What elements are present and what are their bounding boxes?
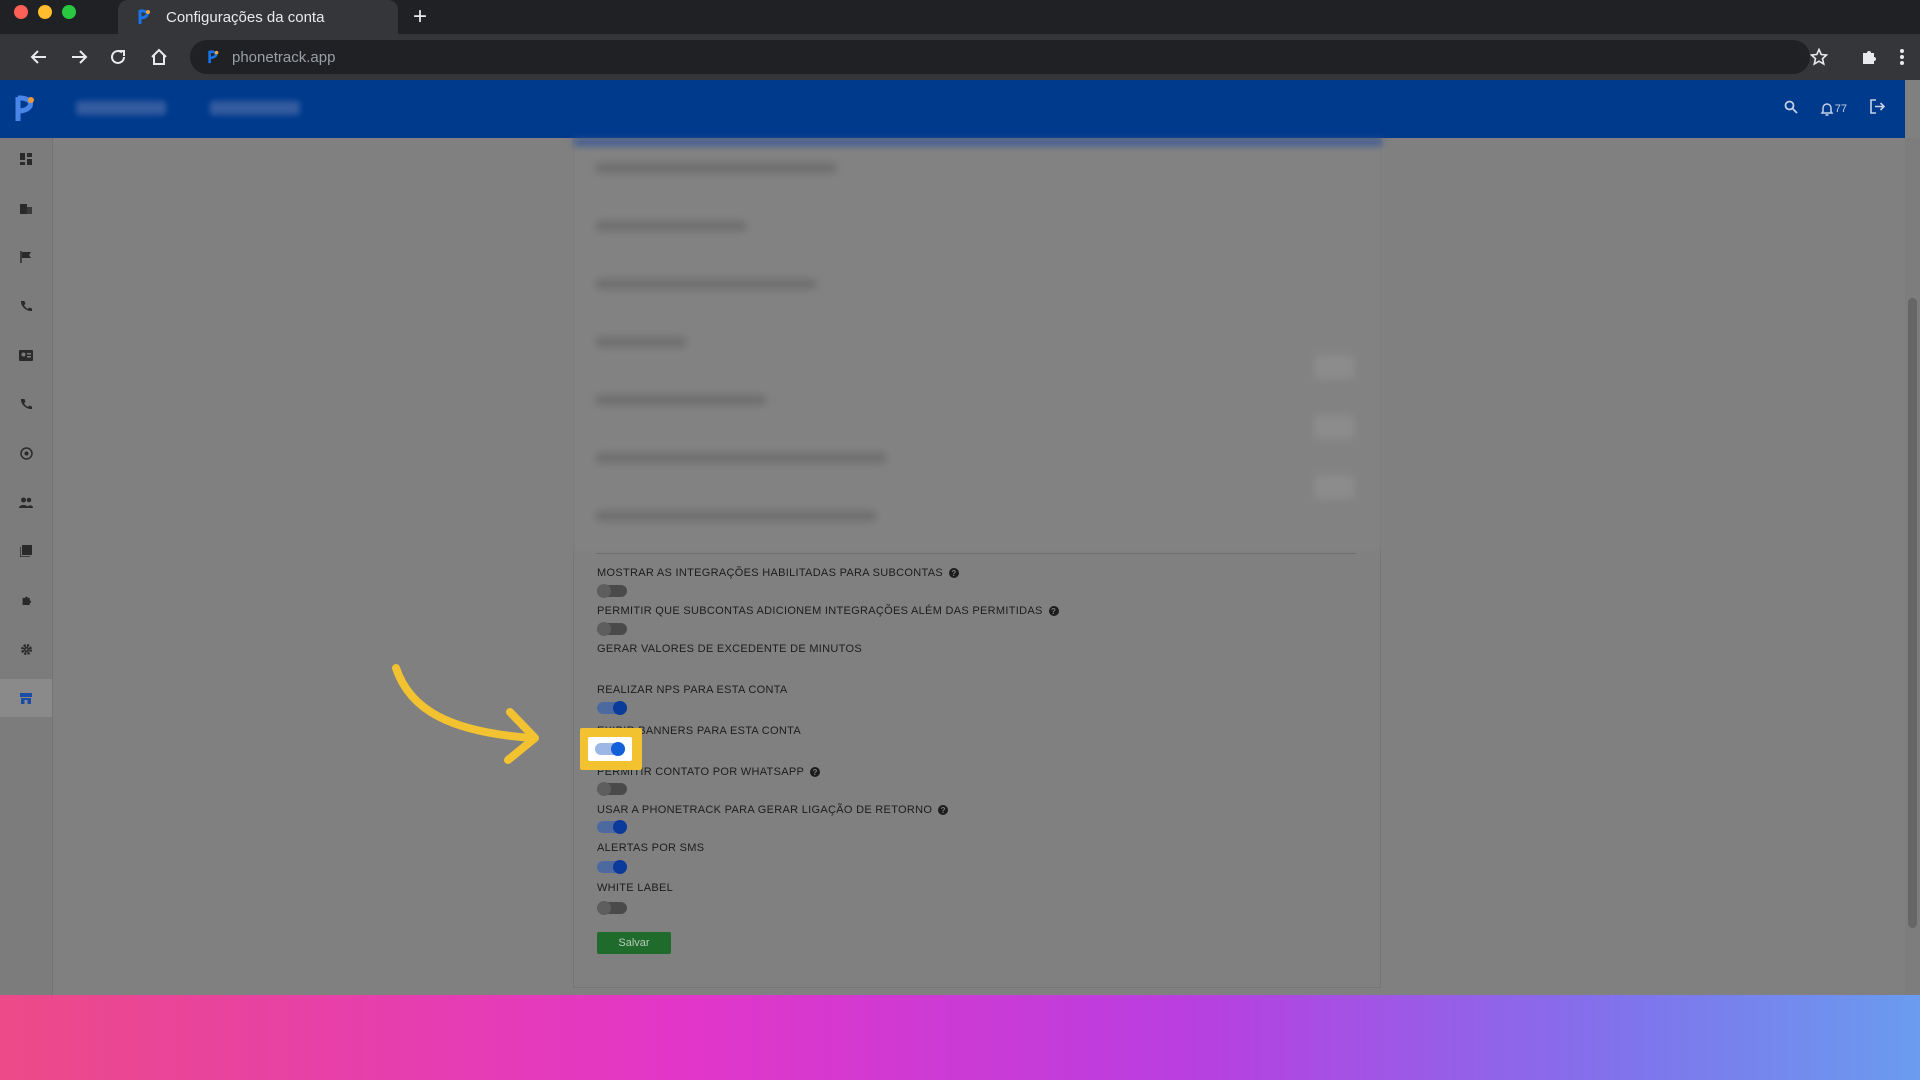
flag-icon	[20, 251, 31, 263]
setting-label-minute-overage: GERAR VALORES DE EXCEDENTE DE MINUTOS	[597, 643, 862, 655]
toggle-whatsapp[interactable]	[597, 782, 627, 796]
blurred-menu-item[interactable]	[76, 101, 166, 115]
phone-icon	[20, 301, 32, 312]
reload-button[interactable]	[103, 42, 133, 72]
bookmark-star-button[interactable]	[1804, 42, 1834, 72]
sidebar-item-calls[interactable]	[0, 287, 52, 325]
browser-window: Configurações da conta + phonetrack.app	[0, 0, 1920, 995]
sidebar-item-campaigns[interactable]	[0, 238, 52, 276]
back-button[interactable]	[24, 42, 54, 72]
logout-icon[interactable]	[1869, 99, 1886, 119]
target-icon	[19, 446, 33, 460]
close-window-button[interactable]	[14, 5, 28, 19]
blurred-menu-item[interactable]	[210, 101, 300, 115]
sidebar-item-contacts[interactable]	[0, 336, 52, 374]
arrow-right-icon	[72, 50, 88, 64]
sidebar-item-users[interactable]	[0, 483, 52, 521]
phone-incoming-icon	[20, 399, 32, 410]
save-button[interactable]: Salvar	[597, 932, 671, 954]
extensions-button[interactable]	[1854, 42, 1884, 72]
sidebar	[0, 138, 53, 995]
phonetrack-logo-icon	[15, 95, 34, 121]
help-icon[interactable]: ?	[949, 568, 959, 578]
page-scrollbar[interactable]	[1905, 138, 1920, 995]
blurred-settings-section	[574, 139, 1382, 551]
library-icon	[20, 545, 32, 557]
help-icon[interactable]: ?	[810, 767, 821, 777]
toggle-minute-overage[interactable]	[595, 742, 625, 756]
browser-tab[interactable]: Configurações da conta	[118, 0, 398, 34]
sidebar-item-goals[interactable]	[0, 434, 52, 472]
sidebar-item-accounts[interactable]	[0, 189, 52, 227]
gear-icon	[20, 643, 32, 655]
notification-count: 77	[1834, 103, 1847, 115]
tab-title: Configurações da conta	[166, 8, 325, 26]
store-icon	[20, 692, 32, 704]
home-button[interactable]	[144, 42, 174, 72]
toggle-nps[interactable]	[597, 701, 627, 715]
toggle-white-label[interactable]	[597, 901, 627, 915]
app-logo[interactable]	[14, 94, 38, 129]
browser-menu-button[interactable]	[1887, 42, 1917, 72]
dashboard-icon	[20, 153, 32, 165]
arrow-left-icon	[30, 50, 46, 64]
site-favicon-icon	[206, 49, 222, 65]
search-icon[interactable]	[1784, 100, 1798, 119]
url-text: phonetrack.app	[232, 48, 336, 66]
address-bar[interactable]: phonetrack.app	[190, 40, 1810, 74]
scrollbar-thumb[interactable]	[1908, 298, 1917, 928]
phonetrack-favicon-icon	[136, 8, 154, 26]
setting-label-white-label: WHITE LABEL	[597, 882, 674, 894]
page-content: 77 MOSTRAR AS INTEGRAÇÕES HABILITADAS PA…	[0, 80, 1920, 995]
maximize-window-button[interactable]	[62, 5, 76, 19]
bell-icon	[1820, 102, 1834, 116]
users-icon	[19, 497, 33, 508]
sidebar-item-dashboard[interactable]	[0, 140, 52, 178]
setting-label-show-integrations: MOSTRAR AS INTEGRAÇÕES HABILITADAS PARA …	[597, 567, 959, 579]
sidebar-item-settings[interactable]	[0, 630, 52, 668]
top-navigation: 77	[0, 80, 1905, 138]
new-tab-button[interactable]: +	[406, 3, 434, 31]
toggle-sms-alerts[interactable]	[597, 860, 627, 874]
topnav-actions: 77	[1784, 80, 1886, 138]
toggle-callback[interactable]	[597, 820, 627, 834]
highlight-frame	[580, 728, 642, 770]
toggle-allow-extra-integrations[interactable]	[597, 622, 627, 636]
reload-icon	[111, 49, 125, 64]
browser-toolbar: phonetrack.app	[0, 34, 1920, 80]
sidebar-item-account-settings[interactable]	[0, 679, 52, 717]
help-icon[interactable]: ?	[938, 805, 949, 815]
setting-label-allow-extra-integrations: PERMITIR QUE SUBCONTAS ADICIONEM INTEGRA…	[597, 605, 1059, 617]
puzzle-icon	[22, 596, 31, 605]
setting-label-callback: USAR A PHONETRACK PARA GERAR LIGAÇÃO DE …	[597, 804, 949, 816]
sidebar-item-phone-numbers[interactable]	[0, 385, 52, 423]
setting-label-nps: REALIZAR NPS PARA ESTA CONTA	[597, 684, 788, 696]
kebab-menu-icon	[1900, 49, 1904, 65]
sidebar-item-library[interactable]	[0, 532, 52, 570]
home-icon	[151, 48, 167, 65]
building-icon	[20, 204, 32, 214]
background-gradient	[0, 995, 1920, 1080]
help-icon[interactable]: ?	[1048, 606, 1059, 616]
setting-label-sms-alerts: ALERTAS POR SMS	[597, 842, 705, 854]
puzzle-icon	[1863, 51, 1876, 64]
star-icon	[1810, 48, 1828, 66]
notifications-button[interactable]: 77	[1820, 102, 1847, 117]
contact-card-icon	[19, 349, 33, 361]
sidebar-item-integrations[interactable]	[0, 581, 52, 619]
account-settings-card: MOSTRAR AS INTEGRAÇÕES HABILITADAS PARA …	[573, 138, 1382, 988]
forward-button[interactable]	[64, 42, 94, 72]
tab-bar: Configurações da conta +	[0, 0, 1920, 34]
minimize-window-button[interactable]	[38, 5, 52, 19]
toggle-show-integrations[interactable]	[597, 584, 627, 598]
pointer-arrow-icon	[392, 664, 539, 764]
